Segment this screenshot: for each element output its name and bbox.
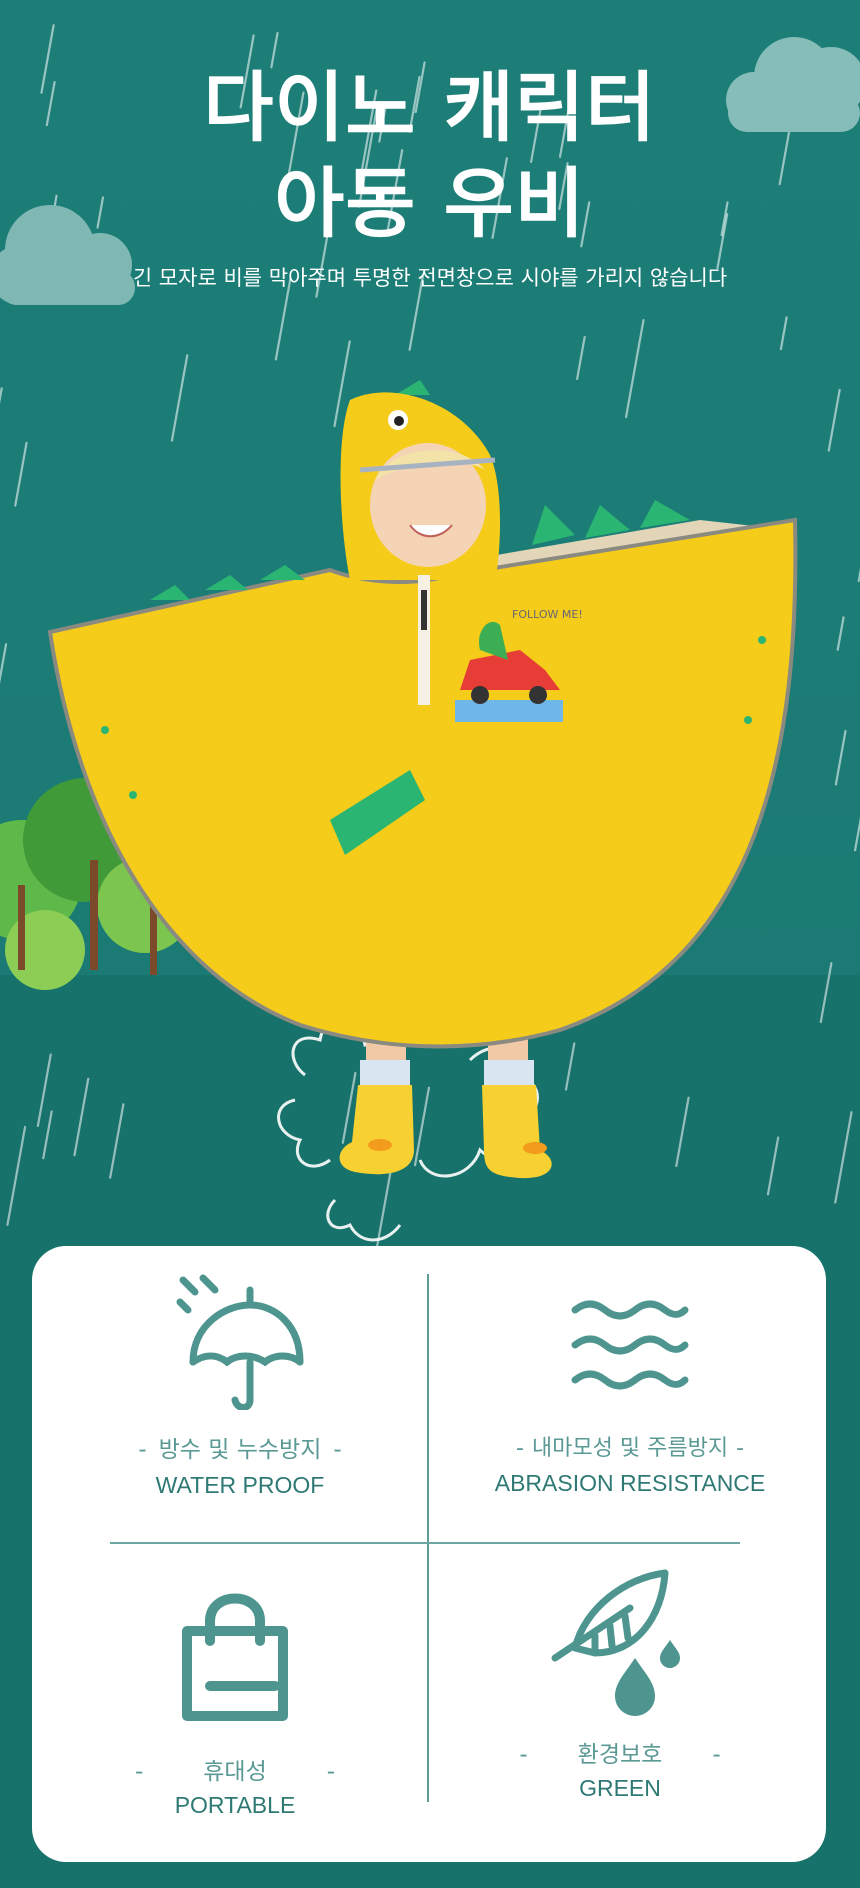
feature-water-proof: - 방수 및 누수방지 - WATER PROOF (110, 1270, 370, 1499)
feature-1-label-ko: 방수 및 누수방지 (158, 1437, 322, 1463)
title-line-2: 아동 우비 (274, 159, 586, 248)
feature-portable: - 휴대성 - PORTABLE (100, 1586, 370, 1819)
leaf-water-drop-icon (551, 1569, 680, 1716)
product-photo: FOLLOW ME! (0, 380, 798, 1242)
feature-2-label-ko: 내마모성 및 주름방지 (531, 1436, 729, 1461)
title-line-1: 다이노 캐릭터 (203, 63, 657, 152)
feature-2-label-en: ABRASION RESISTANCE (494, 1470, 766, 1496)
product-detail-page: 다이노 캐릭터 아동 우비 긴 모자로 비를 막아주며 투명한 전면창으로 시야… (0, 0, 860, 1888)
feature-4-label-ko: 환경보호 (577, 1742, 663, 1768)
feature-4-label-en: GREEN (579, 1775, 661, 1801)
page-title: 다이노 캐릭터 아동 우비 (0, 60, 860, 252)
feature-1-label-en: WATER PROOF (155, 1472, 325, 1498)
feature-3-label-ko: 휴대성 (203, 1759, 267, 1785)
card-vertical-divider (427, 1274, 429, 1802)
feature-3-label-en: PORTABLE (174, 1792, 296, 1818)
umbrella-rain-icon (176, 1274, 304, 1410)
page-subtitle: 긴 모자로 비를 막아주며 투명한 전면창으로 시야를 가리지 않습니다 (132, 266, 728, 290)
print-text: FOLLOW ME! (512, 608, 583, 621)
waves-icon (571, 1300, 689, 1390)
card-horizontal-divider (110, 1542, 740, 1544)
shopping-bag-icon (182, 1593, 288, 1721)
rain-streak (779, 316, 788, 351)
feature-abrasion-resistance: - 내마모성 및 주름방지 - ABRASION RESISTANCE (490, 1285, 770, 1497)
feature-green: - 환경보호 - GREEN (500, 1568, 740, 1802)
